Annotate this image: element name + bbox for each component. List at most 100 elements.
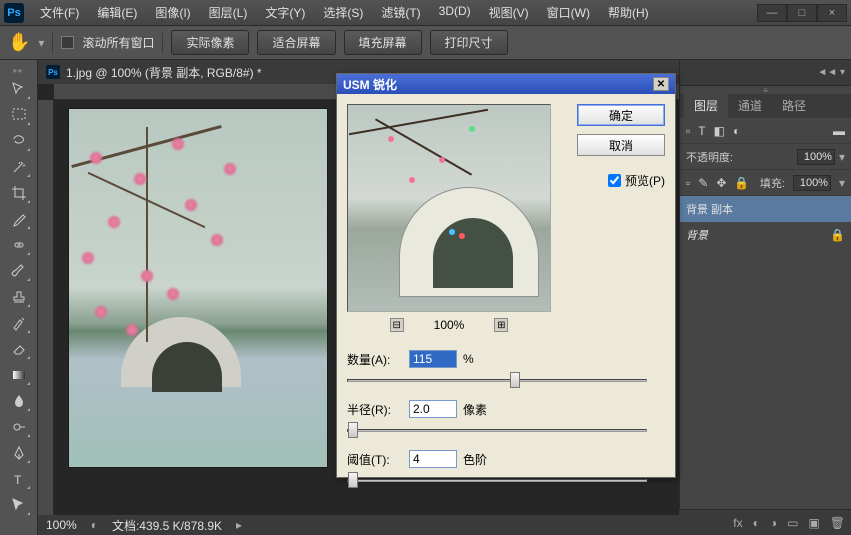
main-menu: 文件(F) 编辑(E) 图像(I) 图层(L) 文字(Y) 选择(S) 滤镜(T…	[32, 2, 657, 23]
threshold-label: 阈值(T):	[347, 451, 403, 468]
blur-tool[interactable]	[7, 390, 31, 412]
filter-toggle[interactable]: ▬	[833, 124, 845, 138]
print-size-button[interactable]: 打印尺寸	[430, 30, 508, 55]
zoom-out-button[interactable]: ⊟	[390, 318, 404, 332]
stamp-tool[interactable]	[7, 286, 31, 308]
lock-brush-icon[interactable]: ✎	[698, 176, 708, 190]
lock-pixel-icon[interactable]: ▫	[686, 176, 690, 190]
filter-icon[interactable]: T	[698, 124, 705, 138]
chevron-down-icon[interactable]: ▾	[839, 176, 845, 190]
preview-checkbox[interactable]	[608, 174, 621, 187]
pen-tool[interactable]	[7, 442, 31, 464]
menu-view[interactable]: 视图(V)	[481, 2, 537, 23]
maximize-button[interactable]: □	[787, 4, 817, 22]
svg-text:T: T	[14, 473, 22, 487]
layer-item[interactable]: 背景 🔒	[680, 222, 851, 248]
ruler-vertical[interactable]	[38, 100, 54, 515]
document-title: 1.jpg @ 100% (背景 副本, RGB/8#) *	[66, 64, 262, 81]
trash-icon[interactable]: 🗑	[830, 516, 845, 530]
threshold-input[interactable]	[409, 450, 457, 468]
fit-screen-button[interactable]: 适合屏幕	[257, 30, 335, 55]
adjustment-icon[interactable]: ◑	[770, 516, 777, 530]
chevron-right-icon[interactable]: ▸	[236, 518, 242, 532]
actual-pixels-button[interactable]: 实际像素	[171, 30, 249, 55]
history-brush-tool[interactable]	[7, 312, 31, 334]
dropdown-icon[interactable]: ▾	[38, 36, 44, 50]
menu-select[interactable]: 选择(S)	[315, 2, 371, 23]
panel-handle[interactable]: ▸▸	[4, 66, 34, 74]
threshold-slider[interactable]	[347, 472, 647, 488]
layer-filter-row: ▫ T ◧ ◐ ▬	[680, 118, 851, 144]
close-button[interactable]: ×	[817, 4, 847, 22]
path-tool[interactable]	[7, 494, 31, 516]
lock-icon: 🔒	[830, 228, 845, 242]
tab-paths[interactable]: 路径	[772, 93, 816, 118]
filter-icon[interactable]: ▫	[686, 124, 690, 138]
menu-image[interactable]: 图像(I)	[147, 2, 198, 23]
cancel-button[interactable]: 取消	[577, 134, 665, 156]
layers-footer: fx ◐ ◑ ▭ ▣ 🗑	[679, 509, 851, 535]
fill-label: 填充:	[760, 175, 785, 191]
fill-input[interactable]	[793, 175, 831, 191]
radius-slider[interactable]	[347, 422, 647, 438]
scroll-all-label: 滚动所有窗口	[82, 34, 154, 51]
lock-move-icon[interactable]: ✥	[716, 176, 726, 190]
healing-tool[interactable]	[7, 234, 31, 256]
type-tool[interactable]: T	[7, 468, 31, 490]
panel-collapse[interactable]: ◄◄ ▾	[680, 60, 851, 86]
lasso-tool[interactable]	[7, 130, 31, 152]
layer-name: 背景	[686, 227, 708, 243]
layer-name: 背景 副本	[686, 201, 733, 217]
filter-icon[interactable]: ◐	[733, 124, 740, 138]
preview-image[interactable]	[347, 104, 551, 312]
new-layer-icon[interactable]: ▣	[808, 516, 819, 530]
move-tool[interactable]	[7, 78, 31, 100]
fx-icon[interactable]: fx	[733, 516, 742, 530]
menu-help[interactable]: 帮助(H)	[600, 2, 657, 23]
opacity-input[interactable]	[797, 149, 835, 165]
tab-layers[interactable]: 图层	[684, 93, 728, 118]
layer-item[interactable]: 背景 副本	[680, 196, 851, 222]
tab-channels[interactable]: 通道	[728, 93, 772, 118]
zoom-level[interactable]: 100%	[46, 518, 77, 532]
menu-edit[interactable]: 编辑(E)	[89, 2, 145, 23]
menu-layer[interactable]: 图层(L)	[201, 2, 256, 23]
wand-tool[interactable]	[7, 156, 31, 178]
menu-3d[interactable]: 3D(D)	[431, 2, 479, 23]
brush-tool[interactable]	[7, 260, 31, 282]
menu-type[interactable]: 文字(Y)	[257, 2, 313, 23]
canvas[interactable]	[68, 108, 328, 468]
menu-file[interactable]: 文件(F)	[32, 2, 87, 23]
radius-input[interactable]	[409, 400, 457, 418]
tools-panel: ▸▸ T	[0, 60, 38, 535]
menu-filter[interactable]: 滤镜(T)	[373, 2, 428, 23]
dodge-tool[interactable]	[7, 416, 31, 438]
dialog-titlebar[interactable]: USM 锐化 ✕	[337, 74, 675, 94]
mask-icon[interactable]: ◐	[753, 516, 760, 530]
lock-row: ▫ ✎ ✥ 🔒 填充: ▾	[680, 170, 851, 196]
threshold-unit: 色阶	[463, 451, 487, 468]
eyedropper-tool[interactable]	[7, 208, 31, 230]
amount-input[interactable]	[409, 350, 457, 368]
dialog-title: USM 锐化	[343, 76, 397, 93]
gradient-tool[interactable]	[7, 364, 31, 386]
crop-tool[interactable]	[7, 182, 31, 204]
amount-slider[interactable]	[347, 372, 647, 388]
dialog-close-button[interactable]: ✕	[653, 77, 669, 91]
fill-screen-button[interactable]: 填充屏幕	[344, 30, 422, 55]
ok-button[interactable]: 确定	[577, 104, 665, 126]
minimize-button[interactable]: —	[757, 4, 787, 22]
filter-icon[interactable]: ◧	[714, 124, 725, 138]
folder-icon[interactable]: ▭	[787, 516, 798, 530]
options-bar: ✋ ▾ 滚动所有窗口 实际像素 适合屏幕 填充屏幕 打印尺寸	[0, 26, 851, 60]
zoom-in-button[interactable]: ⊞	[494, 318, 508, 332]
info-icon[interactable]: ◐	[91, 518, 98, 532]
marquee-tool[interactable]	[7, 104, 31, 126]
lock-all-icon[interactable]: 🔒	[734, 176, 749, 190]
panel-tabs: 图层 通道 路径	[680, 94, 851, 118]
menu-window[interactable]: 窗口(W)	[539, 2, 598, 23]
scroll-all-checkbox[interactable]	[61, 36, 74, 49]
chevron-down-icon[interactable]: ▾	[839, 150, 845, 164]
eraser-tool[interactable]	[7, 338, 31, 360]
zoom-value: 100%	[434, 318, 465, 332]
